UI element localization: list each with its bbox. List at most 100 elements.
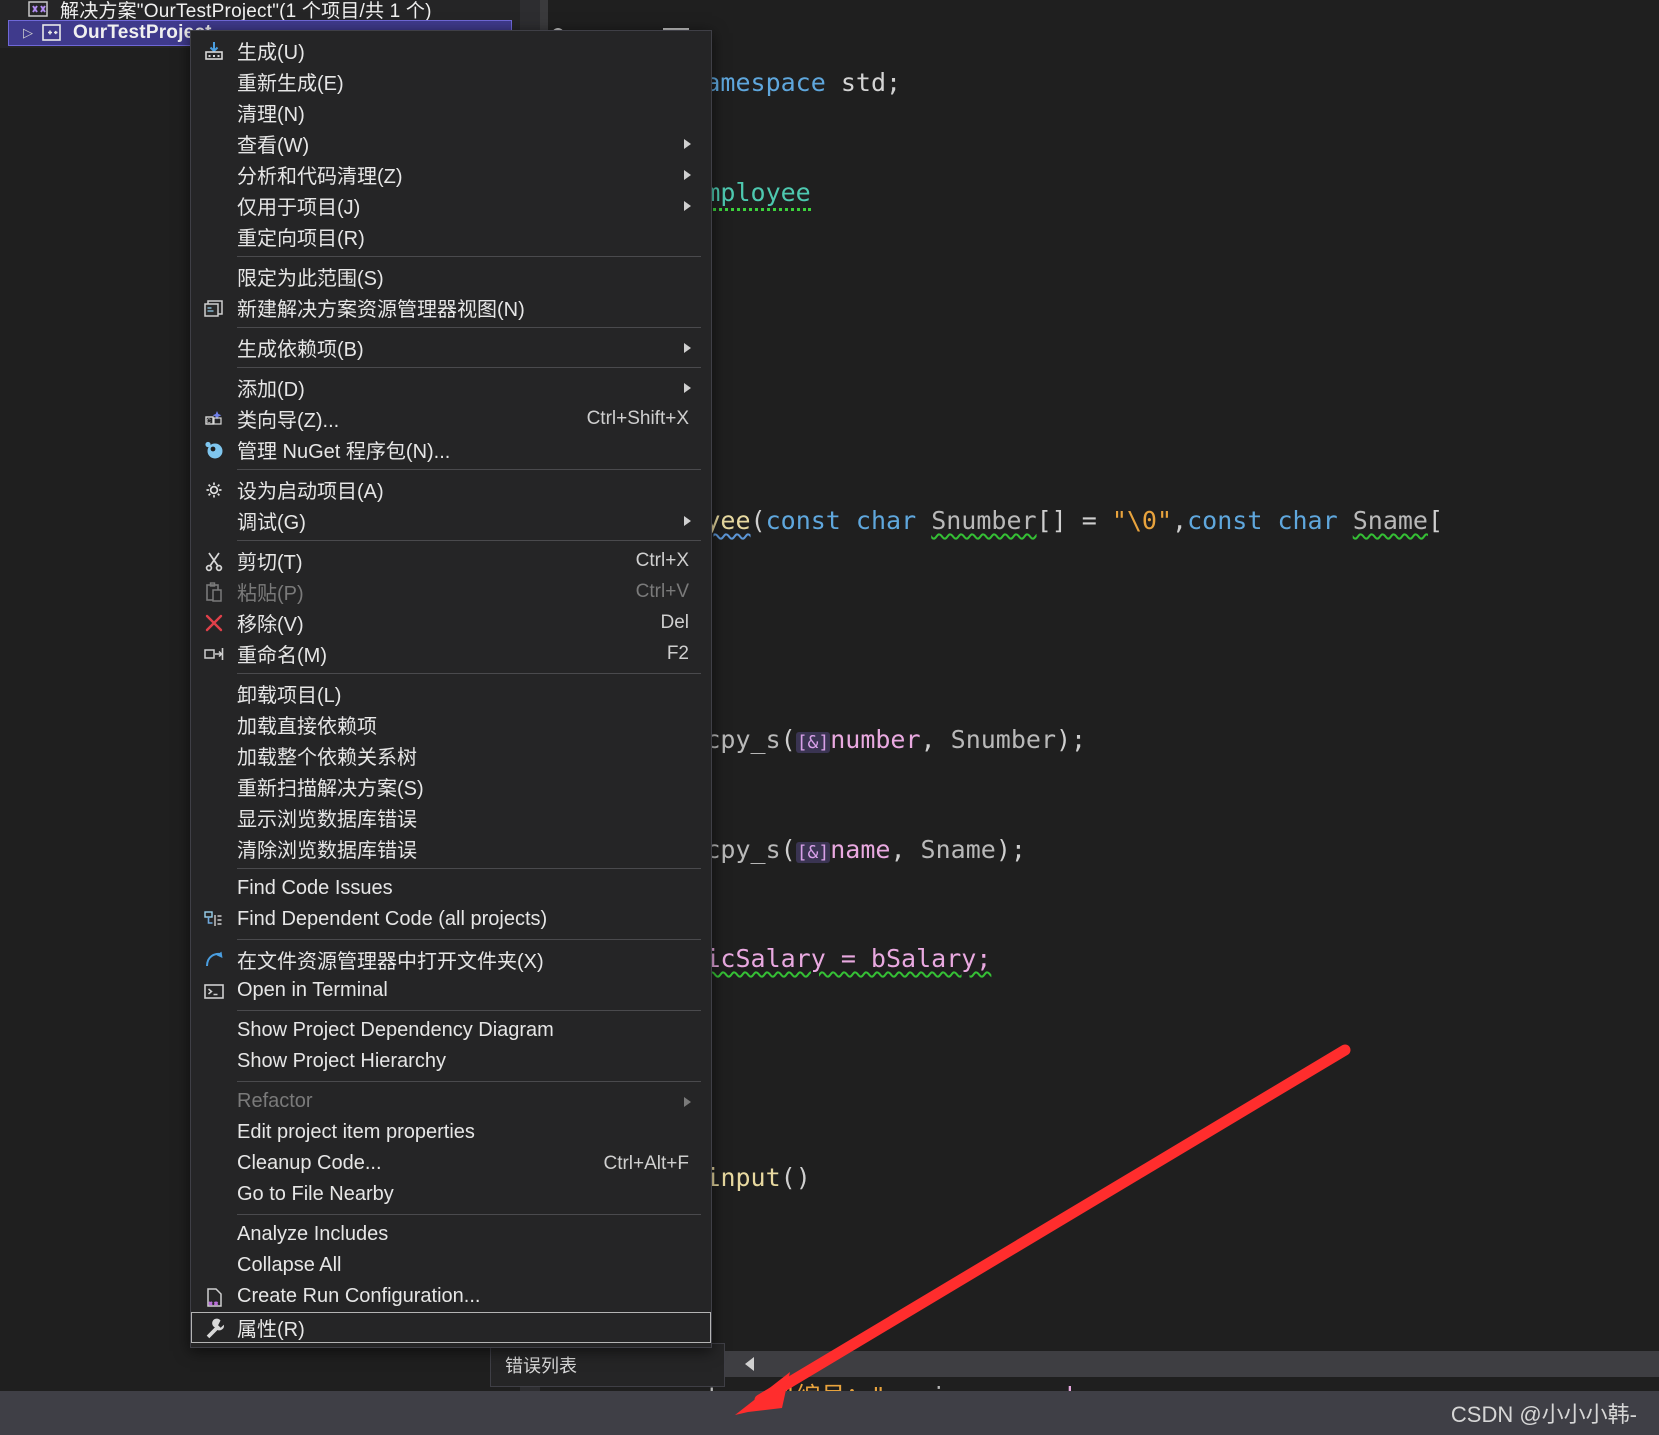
menu-item-icon-empty xyxy=(191,128,237,159)
menu-item[interactable]: 设为启动项目(A) xyxy=(191,474,711,505)
rename-icon xyxy=(191,638,237,669)
code-line: class Employee xyxy=(600,175,1443,212)
menu-item-label: Collapse All xyxy=(237,1254,342,1276)
menu-item-shortcut: Ctrl+V xyxy=(635,580,689,602)
menu-item[interactable]: Cleanup Code... Ctrl+Alt+F xyxy=(191,1148,711,1179)
menu-item[interactable]: Find Dependent Code (all projects) xyxy=(191,904,711,935)
svg-text:C: C xyxy=(207,419,212,425)
menu-item[interactable]: 分析和代码清理(Z) xyxy=(191,159,711,190)
chevron-right-icon[interactable]: ▷ xyxy=(23,25,41,41)
menu-item[interactable]: 卸载项目(L) xyxy=(191,678,711,709)
menu-item-label: 加载整个依赖关系树 xyxy=(237,747,417,769)
menu-item-label: Show Project Hierarchy xyxy=(237,1050,446,1072)
menu-item[interactable]: Find Code Issues xyxy=(191,873,711,904)
menu-item-icon-empty xyxy=(191,505,237,536)
menu-item-icon-empty xyxy=(191,159,237,190)
menu-item[interactable]: Show Project Dependency Diagram xyxy=(191,1015,711,1046)
menu-item-icon-empty xyxy=(191,221,237,252)
submenu-arrow-icon xyxy=(684,1096,691,1107)
menu-item[interactable]: 加载整个依赖关系树 xyxy=(191,740,711,771)
error-list-tab-label: 错误列表 xyxy=(505,1356,577,1376)
menu-item-label: 粘贴(P) xyxy=(237,583,304,605)
menu-item-label: Edit project item properties xyxy=(237,1121,475,1143)
menu-item-label: 重定向项目(R) xyxy=(237,228,365,250)
menu-item[interactable]: Show Project Hierarchy xyxy=(191,1046,711,1077)
scroll-left-arrow-icon[interactable] xyxy=(745,1357,754,1371)
menu-item[interactable]: 仅用于项目(J) xyxy=(191,190,711,221)
menu-item-shortcut: Ctrl+Alt+F xyxy=(603,1152,689,1174)
horizontal-scrollbar[interactable] xyxy=(725,1351,1659,1377)
menu-item-label: 重新生成(E) xyxy=(237,73,344,95)
menu-item-label: 仅用于项目(J) xyxy=(237,197,361,219)
menu-item[interactable]: 生成(U) xyxy=(191,35,711,66)
solution-node[interactable]: 解决方案"OurTestProject"(1 个项目/共 1 个) xyxy=(28,0,432,22)
menu-item[interactable]: 移除(V) Del xyxy=(191,607,711,638)
submenu-arrow-icon xyxy=(684,382,691,393)
menu-item[interactable]: Edit project item properties xyxy=(191,1117,711,1148)
menu-item-icon-empty xyxy=(191,1086,237,1117)
menu-item-label: 调试(G) xyxy=(237,512,306,534)
class-wizard-icon: C xyxy=(191,403,237,434)
menu-item[interactable]: 新建解决方案资源管理器视图(N) xyxy=(191,292,711,323)
code-line: Employee(const char Snumber[] = "\0",con… xyxy=(630,506,1444,535)
menu-item-icon-empty xyxy=(191,740,237,771)
menu-item-icon-empty xyxy=(191,1117,237,1148)
menu-item-label: 设为启动项目(A) xyxy=(237,481,384,503)
menu-item-shortcut: Del xyxy=(660,611,689,633)
menu-item-label: 清理(N) xyxy=(237,104,305,126)
menu-item[interactable]: 属性(R) xyxy=(191,1312,711,1343)
menu-item-label: 限定为此范围(S) xyxy=(237,268,384,290)
menu-item[interactable]: 查看(W) xyxy=(191,128,711,159)
menu-item-icon-empty xyxy=(191,1250,237,1281)
menu-item[interactable]: Go to File Nearby xyxy=(191,1179,711,1210)
menu-item-icon-empty xyxy=(191,332,237,363)
menu-item-label: Refactor xyxy=(237,1090,313,1112)
menu-item[interactable]: 加载直接依赖项 xyxy=(191,709,711,740)
code-lines: using namespace std; class Employee publ… xyxy=(600,0,1443,1391)
menu-item[interactable]: 在文件资源管理器中打开文件夹(X) xyxy=(191,944,711,975)
submenu-arrow-icon xyxy=(684,515,691,526)
menu-item-label: 剪切(T) xyxy=(237,552,303,574)
menu-item[interactable]: 添加(D) xyxy=(191,372,711,403)
menu-separator xyxy=(237,469,701,470)
menu-item[interactable]: Analyze Includes xyxy=(191,1219,711,1250)
code-line: strcpy_s([&]name, Sname); xyxy=(660,834,1026,864)
dependent-code-icon xyxy=(191,904,237,935)
menu-item-label: Go to File Nearby xyxy=(237,1183,394,1205)
menu-item-icon-empty xyxy=(191,1179,237,1210)
menu-item-label: Find Dependent Code (all projects) xyxy=(237,908,548,930)
menu-separator xyxy=(237,1010,701,1011)
menu-item[interactable]: 剪切(T) Ctrl+X xyxy=(191,545,711,576)
menu-item[interactable]: Open in Terminal xyxy=(191,975,711,1006)
code-line: { xyxy=(600,1270,1443,1307)
code-line: cout << "编号："; cin >> number; xyxy=(600,1379,1443,1391)
solution-icon xyxy=(28,0,50,18)
menu-item[interactable]: 管理 NuGet 程序包(N)... xyxy=(191,434,711,465)
menu-item[interactable]: 调试(G) xyxy=(191,505,711,536)
menu-item-label: 类向导(Z)... xyxy=(237,410,340,432)
menu-item[interactable]: 重新扫描解决方案(S) xyxy=(191,771,711,802)
error-list-tab[interactable]: 错误列表 xyxy=(490,1343,725,1387)
menu-item-icon-empty xyxy=(191,1219,237,1250)
menu-item[interactable]: 清除浏览数据库错误 xyxy=(191,833,711,864)
menu-item[interactable]: Create Run Configuration... xyxy=(191,1281,711,1312)
menu-item[interactable]: 清理(N) xyxy=(191,97,711,128)
menu-item[interactable]: 生成依赖项(B) xyxy=(191,332,711,363)
menu-item[interactable]: C 类向导(Z)... Ctrl+Shift+X xyxy=(191,403,711,434)
menu-item[interactable]: 重命名(M) F2 xyxy=(191,638,711,669)
menu-item[interactable]: 重定向项目(R) xyxy=(191,221,711,252)
cut-icon xyxy=(191,545,237,576)
menu-item[interactable]: 限定为此范围(S) xyxy=(191,261,711,292)
remove-x-icon xyxy=(191,607,237,638)
project-context-menu[interactable]: 生成(U) 重新生成(E) 清理(N) 查看(W) 分析和代码清理(Z) 仅用于项目(J)… xyxy=(190,30,712,1348)
menu-item[interactable]: 重新生成(E) xyxy=(191,66,711,97)
submenu-arrow-icon xyxy=(684,342,691,353)
menu-item-label: 显示浏览数据库错误 xyxy=(237,809,417,831)
menu-separator xyxy=(237,1214,701,1215)
menu-item[interactable]: Collapse All xyxy=(191,1250,711,1281)
menu-item-label: 属性(R) xyxy=(237,1319,305,1341)
menu-item-label: 重命名(M) xyxy=(237,645,327,667)
menu-item-label: 分析和代码清理(Z) xyxy=(237,166,403,188)
menu-item[interactable]: 显示浏览数据库错误 xyxy=(191,802,711,833)
wrench-icon xyxy=(191,1312,237,1343)
